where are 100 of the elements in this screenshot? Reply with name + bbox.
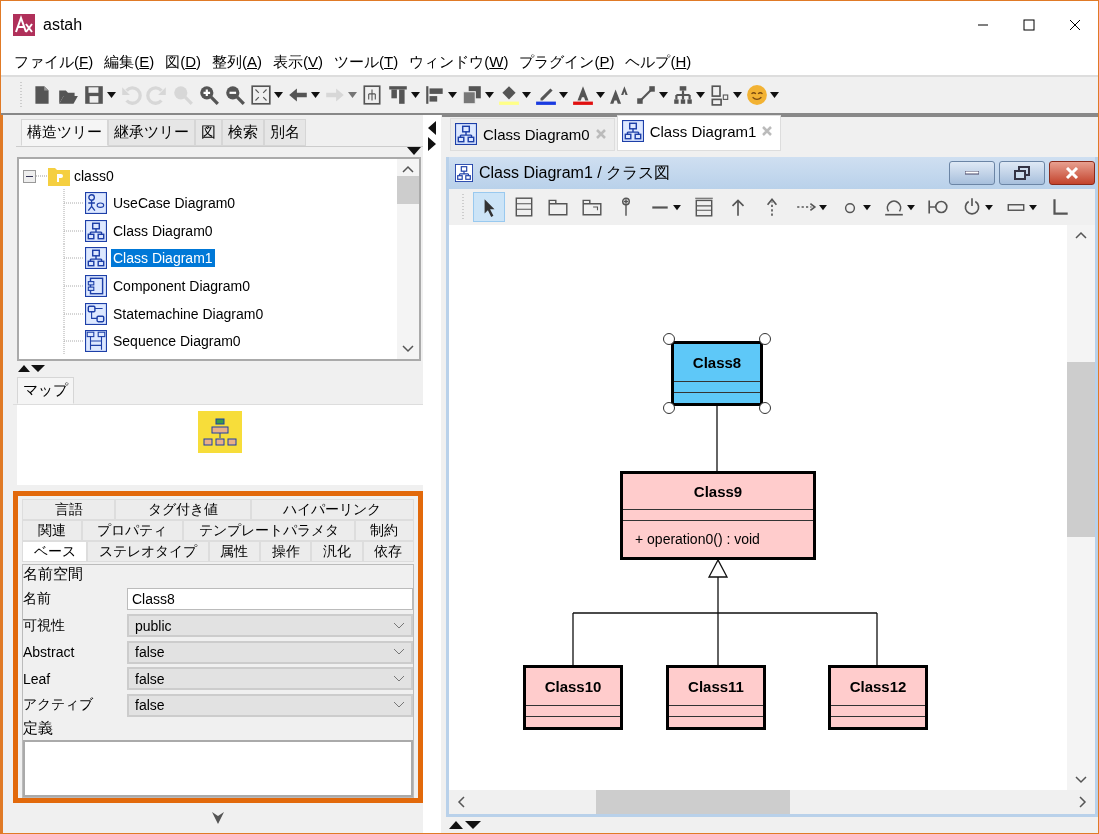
close-button[interactable] bbox=[1049, 161, 1095, 185]
selection-handle[interactable] bbox=[759, 402, 771, 414]
definition-field[interactable] bbox=[23, 739, 413, 797]
map-tab[interactable]: マップ bbox=[17, 377, 74, 404]
scroll-up-icon[interactable] bbox=[402, 165, 414, 173]
caret-icon[interactable] bbox=[522, 91, 531, 99]
tree-tab[interactable]: 構造ツリー bbox=[21, 119, 108, 146]
menu-item[interactable]: 図(D) bbox=[165, 52, 202, 72]
class-box[interactable]: Class12 bbox=[828, 665, 928, 730]
menu-item[interactable]: ファイル(F) bbox=[14, 52, 94, 72]
property-tab[interactable]: タグ付き値 bbox=[115, 499, 251, 520]
property-tab[interactable]: 汎化 bbox=[311, 541, 363, 562]
property-tab[interactable]: プロパティ bbox=[81, 520, 183, 541]
class-box[interactable]: Class10 bbox=[523, 665, 623, 730]
diagram-tab[interactable]: Class Diagram1 bbox=[616, 115, 782, 151]
property-tab[interactable]: 依存 bbox=[362, 541, 414, 562]
scroll-down-icon[interactable] bbox=[1075, 776, 1087, 784]
palette-tool-button[interactable] bbox=[473, 192, 505, 222]
menu-item[interactable]: ウィンドウ(W) bbox=[409, 52, 509, 72]
tree-line bbox=[63, 327, 85, 356]
caret-icon[interactable] bbox=[659, 91, 668, 99]
property-tab[interactable]: ハイパーリンク bbox=[250, 499, 414, 520]
selection-handle[interactable] bbox=[759, 333, 771, 345]
toolbar-grip-icon[interactable] bbox=[461, 192, 465, 222]
property-tab[interactable]: 制約 bbox=[354, 520, 414, 541]
tree-item[interactable]: Sequence Diagram0 bbox=[111, 332, 243, 351]
chevron-down-icon[interactable] bbox=[393, 621, 405, 630]
collapse-toggle-icon[interactable] bbox=[23, 169, 36, 183]
tree-tab[interactable]: 別名 bbox=[264, 119, 306, 146]
property-tab[interactable]: 言語 bbox=[22, 499, 116, 520]
caret-icon[interactable] bbox=[559, 91, 568, 99]
class-box[interactable]: Class11 bbox=[666, 665, 766, 730]
restore-button[interactable] bbox=[999, 161, 1045, 185]
caret-icon[interactable] bbox=[107, 91, 116, 99]
caret-icon[interactable] bbox=[411, 91, 420, 99]
scrollbar-thumb[interactable] bbox=[596, 790, 790, 814]
caret-icon[interactable] bbox=[448, 91, 457, 99]
tree-tab[interactable]: 検索 bbox=[222, 119, 264, 146]
tree-item[interactable]: Statemachine Diagram0 bbox=[111, 304, 266, 323]
redo-icon bbox=[146, 84, 168, 106]
caret-icon[interactable] bbox=[1029, 203, 1037, 211]
caret-icon[interactable] bbox=[733, 91, 742, 99]
scrollbar-thumb[interactable] bbox=[1067, 362, 1095, 537]
name-field[interactable]: Class8 bbox=[127, 588, 413, 611]
class-box[interactable]: Class9 + operation0() : void bbox=[620, 471, 816, 560]
caret-icon[interactable] bbox=[863, 203, 871, 211]
property-tab[interactable]: ステレオタイプ bbox=[87, 541, 209, 562]
toolbar-grip-icon[interactable] bbox=[19, 80, 23, 110]
caret-icon[interactable] bbox=[596, 91, 605, 99]
dropdown-field[interactable]: public bbox=[127, 614, 413, 638]
dropdown-field[interactable]: false bbox=[127, 667, 413, 691]
split-arrows-icon[interactable] bbox=[448, 820, 482, 830]
dropdown-field[interactable]: false bbox=[127, 640, 413, 664]
collapse-arrow-icon[interactable] bbox=[407, 147, 421, 155]
property-tab[interactable]: 操作 bbox=[260, 541, 312, 562]
tree-tab[interactable]: 図 bbox=[195, 119, 222, 146]
caret-icon[interactable] bbox=[985, 203, 993, 211]
caret-icon[interactable] bbox=[485, 91, 494, 99]
chevron-down-icon[interactable] bbox=[393, 648, 405, 657]
menu-item[interactable]: ツール(T) bbox=[334, 52, 399, 72]
line-icon bbox=[635, 84, 657, 106]
expand-arrow-icon[interactable] bbox=[212, 812, 224, 824]
chevron-down-icon[interactable] bbox=[393, 674, 405, 683]
property-tab[interactable]: ベース bbox=[22, 541, 88, 562]
tree-item[interactable]: UseCase Diagram0 bbox=[111, 193, 238, 212]
caret-icon[interactable] bbox=[274, 91, 283, 99]
caret-icon[interactable] bbox=[770, 91, 779, 99]
selection-handle[interactable] bbox=[663, 402, 675, 414]
menu-item[interactable]: 表示(V) bbox=[273, 52, 324, 72]
chevron-down-icon[interactable] bbox=[393, 701, 405, 710]
scroll-up-icon[interactable] bbox=[1075, 231, 1087, 239]
menu-item[interactable]: 整列(A) bbox=[212, 52, 263, 72]
scroll-right-icon[interactable] bbox=[1079, 796, 1087, 808]
property-tab[interactable]: 関連 bbox=[22, 520, 82, 541]
arrange-icon bbox=[709, 84, 731, 106]
scrollbar-thumb[interactable] bbox=[397, 176, 419, 204]
caret-icon[interactable] bbox=[907, 203, 915, 211]
scroll-down-icon[interactable] bbox=[402, 345, 414, 353]
tree-item[interactable]: Class Diagram1 bbox=[111, 249, 215, 268]
caret-icon[interactable] bbox=[673, 203, 681, 211]
class-box[interactable]: Class8 bbox=[671, 341, 763, 406]
caret-icon[interactable] bbox=[819, 203, 827, 211]
menu-item[interactable]: 編集(E) bbox=[104, 52, 155, 72]
dropdown-field[interactable]: false bbox=[127, 693, 413, 717]
selection-handle[interactable] bbox=[663, 333, 675, 345]
tree-item[interactable]: class0 bbox=[72, 167, 116, 185]
menu-item[interactable]: プラグイン(P) bbox=[519, 52, 615, 72]
scroll-left-icon[interactable] bbox=[457, 796, 465, 808]
caret-icon[interactable] bbox=[696, 91, 705, 99]
tree-tab[interactable]: 継承ツリー bbox=[108, 119, 195, 146]
split-arrows-icon[interactable] bbox=[427, 121, 437, 153]
diagram-tab[interactable]: Class Diagram0 bbox=[450, 118, 615, 151]
split-arrows-icon[interactable] bbox=[17, 363, 47, 373]
tree-item[interactable]: Component Diagram0 bbox=[111, 276, 252, 295]
caret-icon[interactable] bbox=[311, 91, 320, 99]
property-tab[interactable]: テンプレートパラメタ bbox=[183, 520, 355, 541]
menu-item[interactable]: ヘルプ(H) bbox=[625, 52, 692, 72]
tree-item[interactable]: Class Diagram0 bbox=[111, 221, 215, 240]
property-tab[interactable]: 属性 bbox=[208, 541, 260, 562]
diagram-overview-icon[interactable] bbox=[198, 411, 242, 453]
